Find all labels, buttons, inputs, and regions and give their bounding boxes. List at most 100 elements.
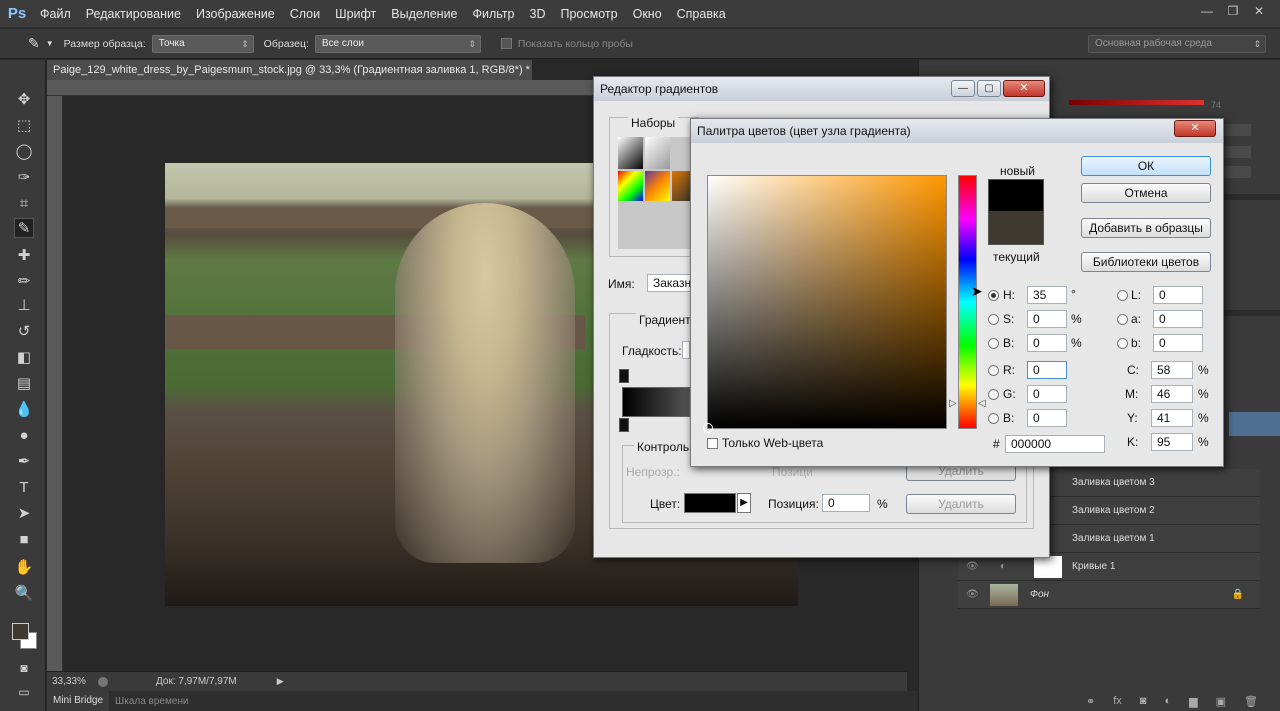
healing-tool-icon[interactable]: ✚ — [14, 246, 34, 266]
play-icon[interactable]: ▶ — [277, 676, 284, 687]
color-field[interactable] — [703, 175, 947, 433]
gradient-preview-bar[interactable] — [622, 387, 690, 417]
foreground-color-swatch[interactable] — [12, 623, 29, 640]
menu-layers[interactable]: Слои — [284, 7, 329, 21]
type-tool-icon[interactable]: T — [14, 478, 34, 498]
menu-select[interactable]: Выделение — [385, 7, 466, 21]
stamp-tool-icon[interactable]: ⊥ — [14, 296, 34, 316]
new-layer-icon[interactable]: ▣ — [1216, 695, 1226, 708]
link-layers-icon[interactable]: ⚭ — [1086, 695, 1095, 708]
eyedropper-tool-icon[interactable]: ✎ — [14, 218, 34, 238]
lab-b-field[interactable]: 0 — [1153, 334, 1203, 352]
hue-slider[interactable] — [958, 175, 977, 429]
chevron-down-icon[interactable]: ▼ — [46, 39, 54, 48]
g-radio[interactable] — [988, 389, 999, 400]
delete-color-stop-button[interactable]: Удалить — [906, 494, 1016, 514]
minimize-button[interactable]: — — [951, 80, 975, 97]
preset-swatch[interactable] — [645, 137, 670, 169]
layer-mask-thumbnail[interactable] — [1034, 556, 1062, 578]
web-colors-checkbox[interactable] — [707, 438, 718, 449]
marquee-tool-icon[interactable]: ⬚ — [14, 116, 34, 136]
add-mask-icon[interactable]: ◙ — [1140, 695, 1147, 707]
adjustment-layer-icon[interactable]: ◐ — [1164, 695, 1171, 707]
c-field[interactable]: 58 — [1151, 361, 1193, 379]
presets-grid[interactable] — [618, 137, 693, 249]
status-menu-icon[interactable] — [98, 676, 108, 687]
history-brush-tool-icon[interactable]: ↺ — [14, 322, 34, 342]
blue-field[interactable]: 0 — [1027, 409, 1067, 427]
workspace-select[interactable]: Основная рабочая среда — [1088, 34, 1266, 53]
menu-file[interactable]: Файл — [34, 7, 80, 21]
hand-tool-icon[interactable]: ✋ — [14, 558, 34, 578]
a-field[interactable]: 0 — [1153, 310, 1203, 328]
menu-filter[interactable]: Фильтр — [467, 7, 524, 21]
maximize-button[interactable]: ▢ — [977, 80, 1001, 97]
layer-background[interactable]: 👁 Фон 🔒 — [958, 581, 1260, 609]
preset-swatch[interactable] — [618, 137, 643, 169]
fx-icon[interactable]: fx — [1113, 695, 1122, 707]
b-field[interactable]: 0 — [1027, 334, 1067, 352]
hue-slider-handle[interactable]: ▷ — [949, 398, 957, 409]
pen-tool-icon[interactable]: ✒ — [14, 452, 34, 472]
menu-type[interactable]: Шрифт — [329, 7, 385, 21]
g-field[interactable]: 0 — [1027, 385, 1067, 403]
sample-size-select[interactable]: Точка — [151, 34, 254, 53]
menu-view[interactable]: Просмотр — [555, 7, 627, 21]
h-radio[interactable] — [988, 290, 999, 301]
h-field[interactable]: 35 — [1027, 286, 1067, 304]
m-field[interactable]: 46 — [1151, 385, 1193, 403]
trash-icon[interactable]: 🗑 — [1244, 695, 1258, 708]
blur-tool-icon[interactable]: 💧 — [14, 400, 34, 420]
color-field-cursor[interactable] — [703, 423, 713, 433]
layer-thumbnail[interactable] — [990, 584, 1018, 606]
menu-window[interactable]: Окно — [627, 7, 671, 21]
opacity-stop-marker[interactable] — [619, 369, 629, 383]
ok-button[interactable]: ОК — [1081, 156, 1211, 176]
hex-field[interactable]: 000000 — [1005, 435, 1105, 453]
s-radio[interactable] — [988, 314, 999, 325]
menu-3d[interactable]: 3D — [524, 7, 555, 21]
tab-mini-bridge[interactable]: Mini Bridge — [47, 691, 110, 711]
color-stop-marker[interactable] — [619, 418, 629, 432]
gradient-tool-icon[interactable]: ▤ — [14, 374, 34, 394]
menu-edit[interactable]: Редактирование — [80, 7, 190, 21]
stop-color-swatch[interactable] — [684, 493, 736, 513]
zoom-tool-icon[interactable]: 🔍 — [14, 584, 34, 604]
move-tool-icon[interactable]: ✥ — [14, 90, 34, 110]
path-select-tool-icon[interactable]: ➤ — [14, 504, 34, 524]
sample-select[interactable]: Все слои — [314, 34, 481, 53]
r-field[interactable]: 0 — [1027, 361, 1067, 379]
s-field[interactable]: 0 — [1027, 310, 1067, 328]
a-radio[interactable] — [1117, 314, 1128, 325]
y-field[interactable]: 41 — [1151, 409, 1193, 427]
opacity-slider[interactable] — [1069, 100, 1204, 105]
close-button[interactable]: ✕ — [1174, 120, 1216, 137]
k-field[interactable]: 95 — [1151, 433, 1193, 451]
group-icon[interactable]: ▆ — [1189, 695, 1197, 708]
r-radio[interactable] — [988, 365, 999, 376]
l-field[interactable]: 0 — [1153, 286, 1203, 304]
current-color-swatch[interactable] — [988, 211, 1044, 245]
b-radio[interactable] — [988, 338, 999, 349]
dodge-tool-icon[interactable]: ● — [14, 426, 34, 446]
color-libraries-button[interactable]: Библиотеки цветов — [1081, 252, 1211, 272]
close-icon[interactable]: ✕ — [1248, 3, 1270, 19]
screen-mode-icon[interactable]: ▭ — [14, 682, 34, 702]
l-radio[interactable] — [1117, 290, 1128, 301]
preset-swatch[interactable] — [645, 171, 670, 201]
visibility-eye-icon[interactable]: 👁 — [966, 581, 979, 609]
hue-slider-handle[interactable]: ◁ — [978, 398, 986, 409]
zoom-level[interactable]: 33,33% — [52, 676, 92, 687]
tab-timeline[interactable]: Шкала времени — [109, 696, 194, 707]
opacity-value[interactable]: 74 — [1211, 100, 1221, 110]
shape-tool-icon[interactable]: ■ — [14, 530, 34, 550]
add-to-swatches-button[interactable]: Добавить в образцы — [1081, 218, 1211, 238]
quick-mask-icon[interactable]: ◙ — [14, 658, 34, 678]
preset-swatch[interactable] — [618, 171, 643, 201]
restore-icon[interactable]: ❐ — [1222, 3, 1244, 19]
eyedropper-icon[interactable]: ✎ — [28, 35, 40, 52]
stop-color-arrow-icon[interactable]: ▶ — [737, 493, 751, 513]
quick-select-tool-icon[interactable]: ✑ — [14, 168, 34, 188]
menu-help[interactable]: Справка — [671, 7, 735, 21]
smoothness-field[interactable] — [682, 341, 690, 359]
